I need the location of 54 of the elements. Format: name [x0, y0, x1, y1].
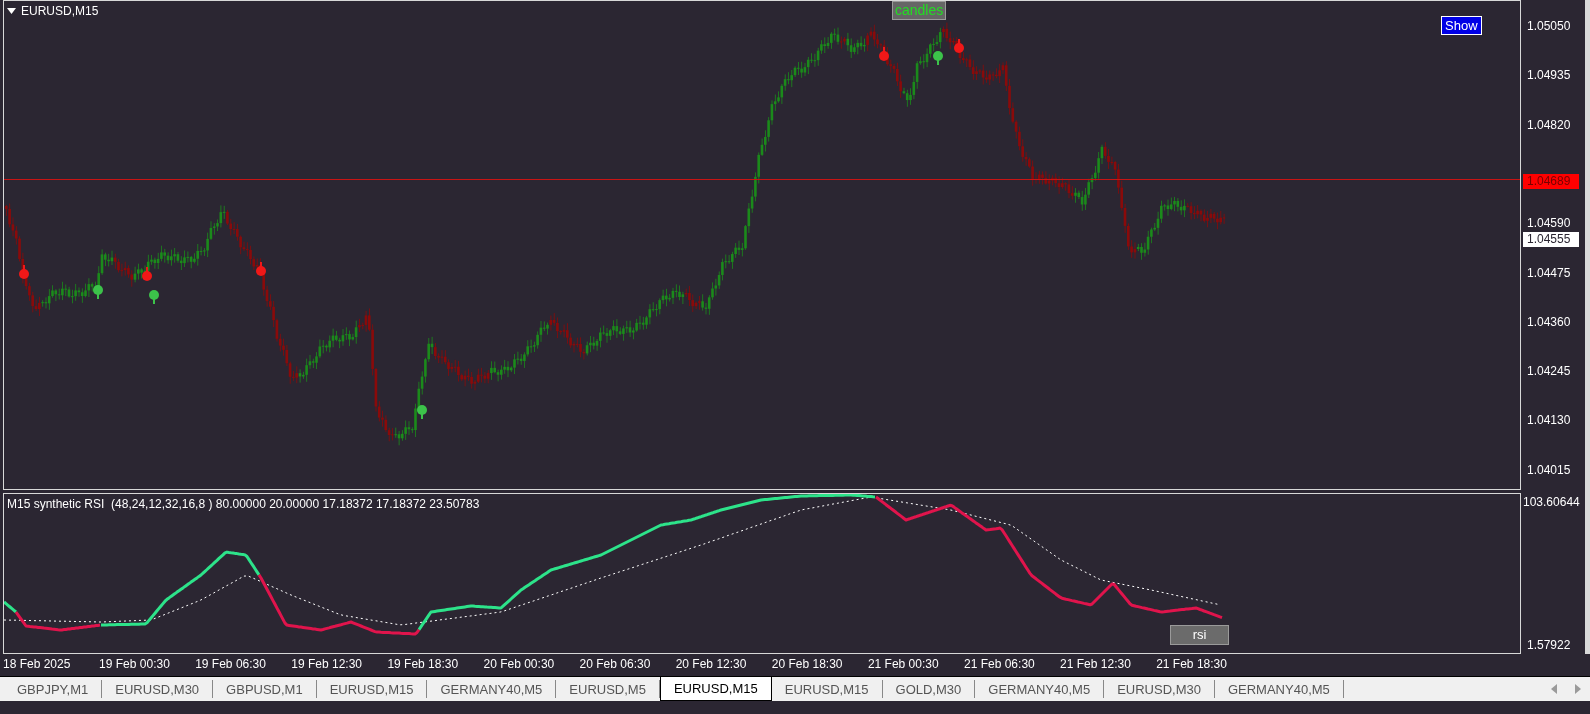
price-label: 1.04590: [1527, 216, 1571, 231]
time-label: 21 Feb 18:30: [1156, 657, 1227, 671]
up-marker-icon: [149, 290, 159, 304]
time-label: 20 Feb 06:30: [579, 657, 651, 671]
down-marker-icon: [142, 267, 152, 281]
price-label: 1.04935: [1527, 68, 1571, 83]
chart-tab[interactable]: GERMANY40,M5: [1214, 680, 1344, 698]
time-label: 19 Feb 00:30: [99, 657, 170, 671]
indicator-title: M15 synthetic RSI (48,24,12,32,16,8 ) 80.00000 20.00000 17.18372 17.18372 23.50783: [7, 497, 480, 511]
price-label: 1.05050: [1527, 19, 1571, 33]
time-label: 19 Feb 06:30: [195, 657, 266, 671]
up-marker-icon: [417, 405, 427, 419]
bid-price-label: 1.04555: [1523, 232, 1579, 247]
down-marker-icon: [879, 47, 889, 61]
indicator-max-label: 103.60644: [1523, 495, 1580, 509]
chart-tab[interactable]: EURUSD,M5: [556, 680, 660, 698]
price-label: 1.04360: [1527, 314, 1571, 329]
current-price-label: 1.04689: [1523, 174, 1579, 189]
time-label: 20 Feb 12:30: [675, 657, 747, 671]
rsi-button[interactable]: rsi: [1170, 625, 1229, 645]
time-label: 19 Feb 12:30: [291, 657, 363, 671]
chart-tab[interactable]: EURUSD,M15: [316, 680, 428, 698]
indicator-min-label: 1.57922: [1527, 638, 1571, 652]
chart-tab[interactable]: EURUSD,M15: [771, 680, 883, 698]
chart-tab[interactable]: GERMANY40,M5: [975, 680, 1105, 698]
chart-tab[interactable]: GOLD,M30: [882, 680, 976, 698]
time-label: 21 Feb 00:30: [867, 657, 939, 671]
scroll-right-icon[interactable]: [1575, 684, 1581, 694]
up-marker-icon: [93, 285, 103, 299]
down-marker-icon: [19, 265, 29, 279]
down-marker-icon: [954, 39, 964, 53]
time-label: 21 Feb 12:30: [1060, 657, 1131, 671]
chart-tab[interactable]: GERMANY40,M5: [427, 680, 557, 698]
chart-tab[interactable]: EURUSD,M30: [1104, 680, 1215, 698]
time-label: 20 Feb 18:30: [771, 657, 843, 671]
dropdown-icon[interactable]: [7, 8, 16, 14]
scroll-left-icon[interactable]: [1551, 684, 1557, 694]
time-label: 21 Feb 06:30: [964, 657, 1035, 671]
chart-tab[interactable]: GBPUSD,M1: [213, 680, 317, 698]
price-label: 1.04245: [1527, 364, 1571, 379]
chart-symbol: EURUSD,M15: [21, 5, 99, 17]
price-label: 1.04475: [1527, 265, 1571, 280]
time-label: 18 Feb 2025: [3, 657, 71, 671]
price-label: 1.04015: [1527, 462, 1571, 477]
up-marker-icon: [933, 51, 943, 65]
chart-tab[interactable]: EURUSD,M30: [102, 680, 214, 698]
price-label: 1.04820: [1527, 117, 1571, 132]
price-label: 1.04130: [1527, 413, 1571, 428]
chart-tab[interactable]: GBPJPY,M1: [4, 680, 103, 698]
down-marker-icon: [256, 262, 266, 276]
time-label: 20 Feb 00:30: [483, 657, 555, 671]
time-label: 19 Feb 18:30: [387, 657, 459, 671]
chart-tab[interactable]: EURUSD,M15: [659, 676, 772, 701]
show-button[interactable]: Show: [1441, 16, 1482, 35]
